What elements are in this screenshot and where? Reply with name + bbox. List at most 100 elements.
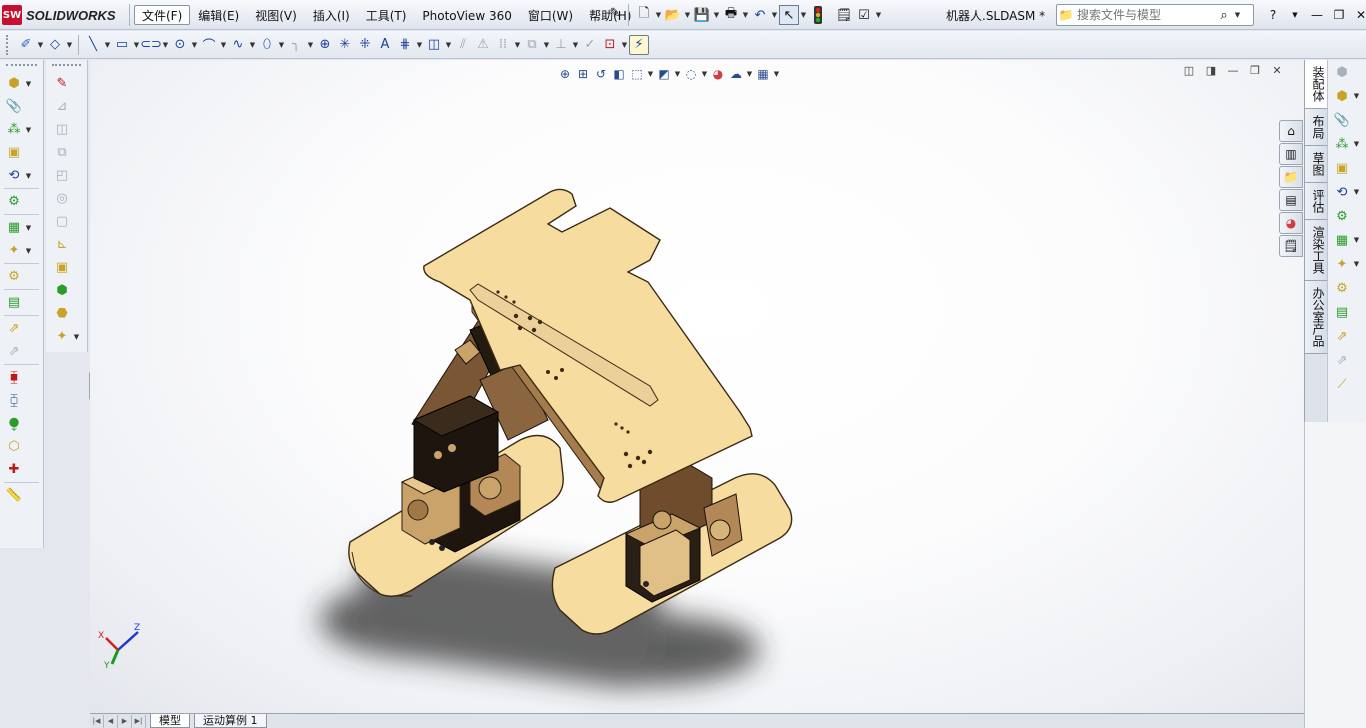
bill-of-materials-icon[interactable]: ▤ <box>4 293 24 313</box>
exploded-view-icon[interactable]: ⇗ <box>1332 326 1352 346</box>
viewport-restore-left-icon[interactable]: ◫ <box>1178 64 1200 77</box>
view-orientation-icon[interactable]: ⬚ <box>628 64 646 84</box>
viewport-minimize-icon[interactable]: — <box>1222 64 1244 77</box>
first-tab-icon[interactable]: |◀ <box>90 714 104 728</box>
chevron-down-icon[interactable]: ▼ <box>306 41 315 49</box>
edit-component-icon[interactable]: ⬢ <box>1332 62 1352 82</box>
assembly-xpert-icon[interactable]: ✚ <box>4 460 24 480</box>
chevron-down-icon[interactable]: ▼ <box>65 41 74 49</box>
chevron-down-icon[interactable]: ▼ <box>673 70 682 78</box>
chevron-down-icon[interactable]: ▼ <box>799 11 808 19</box>
suppress-components-icon[interactable]: ⬢ <box>52 281 72 301</box>
chevron-down-icon[interactable]: ▼ <box>654 11 663 19</box>
search-icon[interactable]: ⌕ <box>1215 8 1233 23</box>
appearances-icon[interactable]: ◕ <box>1279 212 1303 234</box>
smart-fasteners-icon[interactable]: ▣ <box>4 143 24 163</box>
new-document-icon[interactable]: 🗋 <box>634 5 654 25</box>
clearance-verification-icon[interactable]: ⧮ <box>4 391 24 411</box>
move-component-icon[interactable]: ⟲ <box>1332 182 1352 202</box>
new-motion-study-icon[interactable]: ⚙ <box>4 267 24 287</box>
component-pattern-icon[interactable]: ⁂ <box>4 120 24 140</box>
chevron-down-icon[interactable]: ▼ <box>415 41 424 49</box>
tab-model[interactable]: 模型 <box>150 714 190 728</box>
help-icon[interactable]: ? <box>1262 5 1284 25</box>
tab-sketch[interactable]: 草图 <box>1305 146 1327 183</box>
chevron-down-icon[interactable]: ▼ <box>103 41 112 49</box>
measure-icon[interactable]: 📏 <box>4 486 24 506</box>
chevron-down-icon[interactable]: ▼ <box>1352 92 1361 100</box>
tab-layout[interactable]: 布局 <box>1305 109 1327 146</box>
rectangle-icon[interactable]: ▭ <box>112 35 132 55</box>
robot-assembly-model[interactable] <box>90 60 1304 713</box>
traffic-light-rebuild-icon[interactable] <box>808 5 828 25</box>
display-relations-icon[interactable]: ⊥ <box>551 35 571 55</box>
chevron-down-icon[interactable]: ▼ <box>190 41 199 49</box>
slot-icon[interactable]: ⊂⊃ <box>140 35 162 55</box>
mirror-components-icon[interactable]: ▣ <box>52 258 72 278</box>
assembly-features-icon[interactable]: ▦ <box>4 218 24 238</box>
move-component-icon[interactable]: ⟲ <box>4 166 24 186</box>
chevron-down-icon[interactable]: ▼ <box>770 11 779 19</box>
mate-icon[interactable]: 📎 <box>1332 110 1352 130</box>
chevron-down-icon[interactable]: ▼ <box>248 41 257 49</box>
chevron-down-icon[interactable]: ▼ <box>72 333 81 341</box>
pin-menu-icon[interactable]: ✎ <box>606 6 624 24</box>
chevron-down-icon[interactable]: ▼ <box>161 41 170 49</box>
move-entities-icon[interactable]: ⧉ <box>522 35 542 55</box>
chevron-down-icon[interactable]: ▼ <box>1284 5 1306 25</box>
fillet-feature-icon[interactable]: ▢ <box>52 212 72 232</box>
point-icon[interactable]: ✳ <box>335 35 355 55</box>
chevron-down-icon[interactable]: ▼ <box>24 80 33 88</box>
chevron-down-icon[interactable]: ▼ <box>1233 11 1242 19</box>
reference-geometry-icon[interactable]: ✦ <box>1332 254 1352 274</box>
print-icon[interactable]: 🖶 <box>721 5 741 25</box>
chevron-down-icon[interactable]: ▼ <box>1352 260 1361 268</box>
next-tab-icon[interactable]: ▶ <box>118 714 132 728</box>
quick-snaps-icon[interactable]: ⊡ <box>600 35 620 55</box>
reference-geometry-icon[interactable]: ✦ <box>4 241 24 261</box>
centerline-icon[interactable]: ⁜ <box>355 35 375 55</box>
arc-icon[interactable]: ⌒ <box>199 35 219 55</box>
chevron-down-icon[interactable]: ▼ <box>36 41 45 49</box>
extruded-boss-icon[interactable]: ◫ <box>52 120 72 140</box>
chevron-down-icon[interactable]: ▼ <box>24 172 33 180</box>
tab-evaluate[interactable]: 评估 <box>1305 183 1327 220</box>
trim-entities-icon[interactable]: ⋕ <box>395 35 415 55</box>
design-library-icon[interactable]: ▥ <box>1279 143 1303 165</box>
plane-reference-icon[interactable]: ⊾ <box>52 235 72 255</box>
exploded-view-icon[interactable]: ⇗ <box>4 319 24 339</box>
custom-properties-icon[interactable]: 🗒 <box>1279 235 1303 257</box>
revolved-cut-icon[interactable]: ◰ <box>52 166 72 186</box>
chevron-down-icon[interactable]: ▼ <box>1352 140 1361 148</box>
chevron-down-icon[interactable]: ▼ <box>571 41 580 49</box>
viewport-restore-right-icon[interactable]: ◨ <box>1200 64 1222 77</box>
chevron-down-icon[interactable]: ▼ <box>277 41 286 49</box>
viewport-maximize-icon[interactable]: ❐ <box>1244 64 1266 77</box>
explode-line-sketch-icon[interactable]: ⇗ <box>1332 350 1352 370</box>
instant3d-icon[interactable]: ⬡ <box>4 437 24 457</box>
menu-file[interactable]: 文件(F) <box>134 5 191 25</box>
reference-geometry-2-icon[interactable]: ✦ <box>52 327 72 347</box>
undo-icon[interactable]: ↶ <box>750 5 770 25</box>
previous-tab-icon[interactable]: ◀ <box>104 714 118 728</box>
hole-alignment-icon[interactable]: ⧭ <box>4 414 24 434</box>
smart-fasteners-icon[interactable]: ▣ <box>1332 158 1352 178</box>
offset-entities-icon[interactable]: ⫽ <box>453 35 473 55</box>
chevron-down-icon[interactable]: ▼ <box>219 41 228 49</box>
zoom-to-fit-icon[interactable]: ⊕ <box>556 64 574 84</box>
ellipse-icon[interactable]: ⬯ <box>257 35 277 55</box>
text-icon[interactable]: A <box>375 35 395 55</box>
section-view-icon[interactable]: ◧ <box>610 64 628 84</box>
toolbar-grip[interactable] <box>52 64 81 68</box>
chevron-down-icon[interactable]: ▼ <box>1352 236 1361 244</box>
explode-line-sketch-icon[interactable]: ⇗ <box>4 342 24 362</box>
sketch-icon[interactable]: ✐ <box>16 35 36 55</box>
fillet-icon[interactable]: ╮ <box>286 35 306 55</box>
view-palette-icon[interactable]: ▤ <box>1279 189 1303 211</box>
show-hidden-components-icon[interactable]: ⚙ <box>1332 206 1352 226</box>
smart-dimension-icon[interactable]: ◇ <box>45 35 65 55</box>
new-motion-study-icon[interactable]: ⚙ <box>1332 278 1352 298</box>
chevron-down-icon[interactable]: ▼ <box>712 11 721 19</box>
chevron-down-icon[interactable]: ▼ <box>24 247 33 255</box>
chevron-down-icon[interactable]: ▼ <box>1352 188 1361 196</box>
